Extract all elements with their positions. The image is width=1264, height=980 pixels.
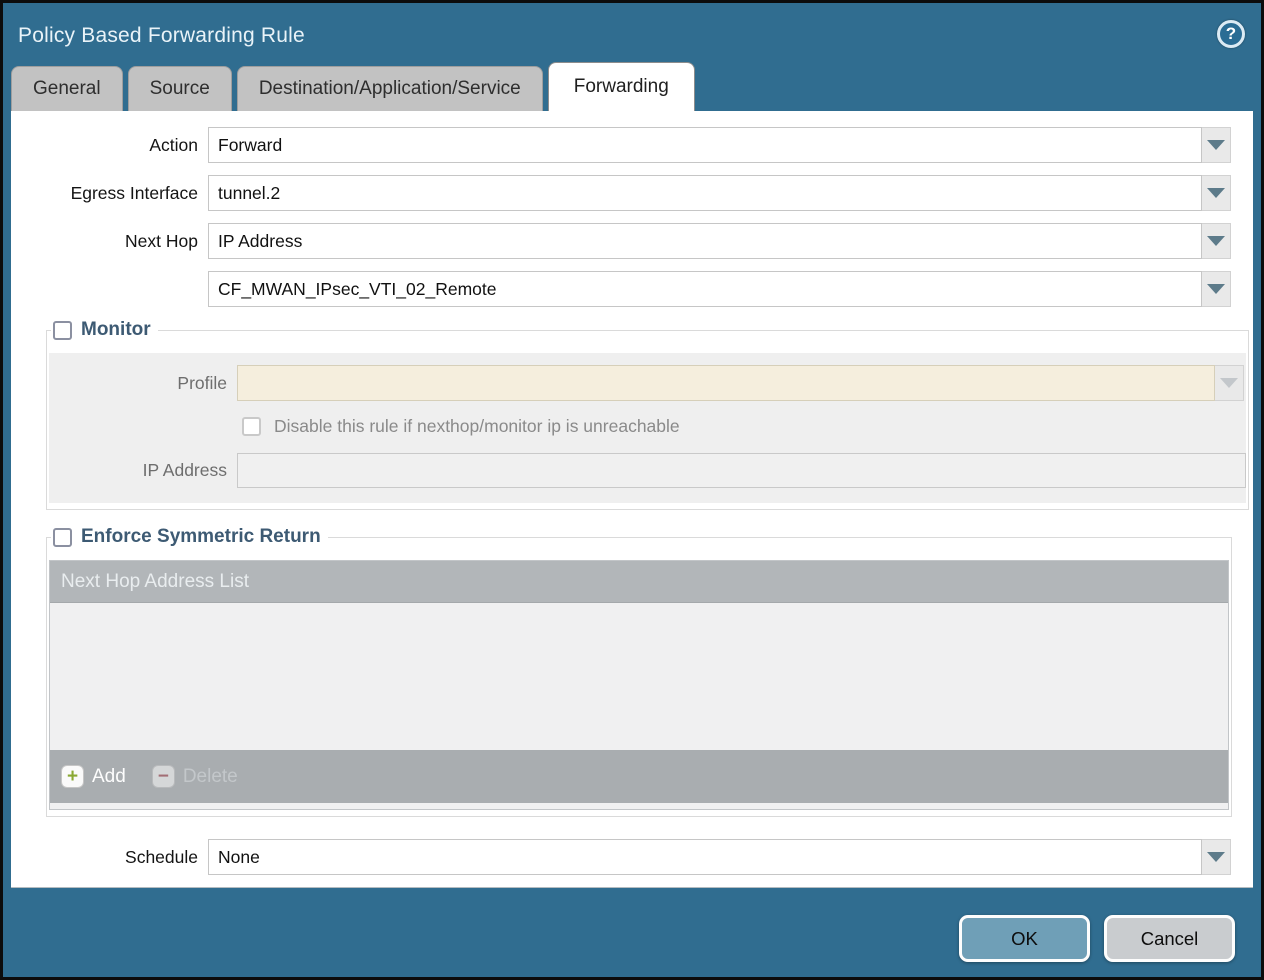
next-hop-dropdown	[208, 223, 1231, 259]
monitor-ip-address-label: IP Address	[49, 460, 237, 481]
next-hop-address-dropdown-button[interactable]	[1202, 271, 1231, 307]
add-button[interactable]: + Add	[61, 765, 126, 788]
next-hop-address-list-body[interactable]	[50, 603, 1228, 750]
caret-down-icon	[1207, 140, 1225, 150]
action-label: Action	[11, 135, 208, 156]
disable-rule-label: Disable this rule if nexthop/monitor ip …	[274, 416, 680, 437]
disable-rule-row: Disable this rule if nexthop/monitor ip …	[242, 416, 1246, 437]
profile-label: Profile	[49, 373, 237, 394]
schedule-dropdown	[208, 839, 1231, 875]
egress-interface-row: Egress Interface	[11, 175, 1253, 211]
next-hop-address-list-toolbar: + Add − Delete	[50, 750, 1228, 803]
schedule-label: Schedule	[11, 847, 208, 868]
next-hop-address-row	[11, 271, 1253, 307]
next-hop-address-dropdown	[208, 271, 1231, 307]
monitor-fieldset: Monitor Profile Disable this rule if nex…	[46, 319, 1249, 510]
egress-interface-dropdown-button[interactable]	[1202, 175, 1231, 211]
next-hop-row: Next Hop	[11, 223, 1253, 259]
next-hop-input[interactable]	[208, 223, 1202, 259]
help-icon[interactable]: ?	[1217, 20, 1245, 48]
table-bottom-strip	[49, 803, 1229, 810]
next-hop-address-list-table: Next Hop Address List + Add − Delete	[49, 560, 1229, 803]
disable-rule-checkbox	[242, 417, 261, 436]
action-dropdown	[208, 127, 1231, 163]
enforce-symmetric-return-legend-label: Enforce Symmetric Return	[81, 526, 321, 548]
profile-dropdown	[237, 365, 1244, 401]
tab-destination-application-service[interactable]: Destination/Application/Service	[237, 66, 543, 111]
action-input[interactable]	[208, 127, 1202, 163]
enforce-symmetric-return-legend: Enforce Symmetric Return	[51, 526, 328, 548]
add-button-label: Add	[92, 766, 126, 788]
cancel-button[interactable]: Cancel	[1104, 915, 1235, 962]
plus-icon: +	[61, 765, 84, 788]
caret-down-icon	[1207, 188, 1225, 198]
enforce-symmetric-return-fieldset: Enforce Symmetric Return Next Hop Addres…	[46, 526, 1232, 817]
action-dropdown-button[interactable]	[1202, 127, 1231, 163]
dialog-titlebar: Policy Based Forwarding Rule ?	[3, 3, 1261, 62]
schedule-input[interactable]	[208, 839, 1202, 875]
monitor-panel: Profile Disable this rule if nexthop/mon…	[49, 353, 1246, 503]
caret-down-icon	[1207, 852, 1225, 862]
profile-dropdown-button	[1215, 365, 1244, 401]
egress-interface-label: Egress Interface	[11, 183, 208, 204]
profile-input	[237, 365, 1215, 401]
enforce-symmetric-return-checkbox[interactable]	[53, 528, 72, 547]
dialog-title: Policy Based Forwarding Rule	[18, 24, 1261, 48]
monitor-ip-address-input	[237, 453, 1246, 488]
delete-button-label: Delete	[183, 766, 238, 788]
tab-source[interactable]: Source	[128, 66, 232, 111]
caret-down-icon	[1220, 378, 1238, 388]
tab-general[interactable]: General	[11, 66, 123, 111]
profile-row: Profile	[49, 365, 1246, 401]
ok-button[interactable]: OK	[959, 915, 1090, 962]
next-hop-label: Next Hop	[11, 231, 208, 252]
schedule-dropdown-button[interactable]	[1202, 839, 1231, 875]
egress-interface-input[interactable]	[208, 175, 1202, 211]
schedule-row: Schedule	[11, 839, 1253, 875]
policy-based-forwarding-dialog: Policy Based Forwarding Rule ? General S…	[0, 0, 1264, 980]
action-row: Action	[11, 127, 1253, 163]
monitor-ip-address-row: IP Address	[49, 453, 1246, 488]
footer-buttons: OK Cancel	[959, 915, 1235, 962]
next-hop-address-input[interactable]	[208, 271, 1202, 307]
monitor-legend: Monitor	[51, 319, 158, 341]
monitor-legend-label: Monitor	[81, 319, 151, 341]
tab-forwarding[interactable]: Forwarding	[548, 62, 695, 111]
dialog-footer: OK Cancel	[3, 888, 1261, 977]
caret-down-icon	[1207, 236, 1225, 246]
tab-bar: General Source Destination/Application/S…	[3, 62, 1261, 111]
monitor-checkbox[interactable]	[53, 321, 72, 340]
caret-down-icon	[1207, 284, 1225, 294]
delete-button: − Delete	[152, 765, 238, 788]
next-hop-dropdown-button[interactable]	[1202, 223, 1231, 259]
forwarding-tab-panel: Action Egress Interface Next Hop	[11, 111, 1253, 888]
next-hop-address-list-header: Next Hop Address List	[50, 561, 1228, 603]
minus-icon: −	[152, 765, 175, 788]
egress-interface-dropdown	[208, 175, 1231, 211]
